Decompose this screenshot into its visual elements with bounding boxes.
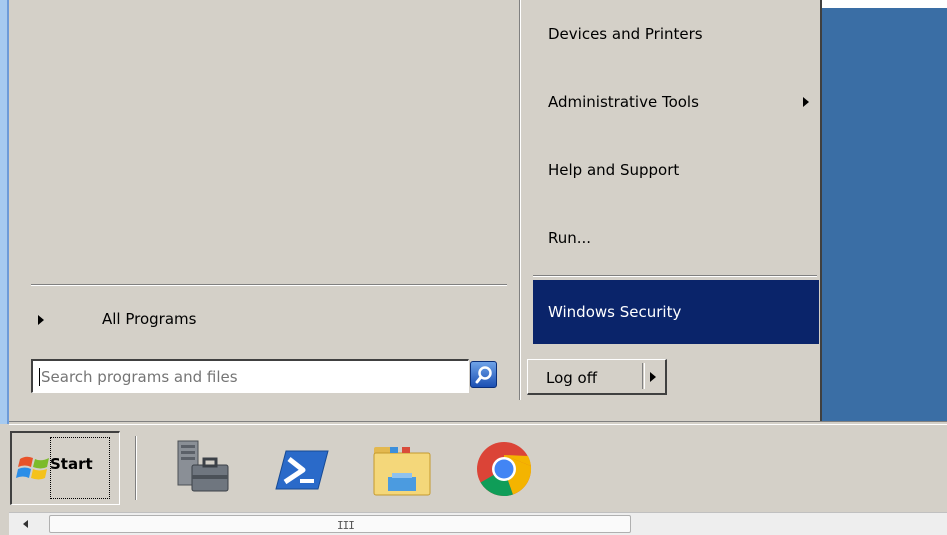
- system-divider: [533, 275, 817, 277]
- search-input[interactable]: [39, 367, 468, 386]
- log-off-button[interactable]: Log off: [527, 359, 667, 395]
- windows-security-label: Windows Security: [548, 303, 682, 321]
- all-programs-item[interactable]: All Programs: [27, 298, 507, 342]
- administrative-tools-item[interactable]: Administrative Tools: [533, 82, 819, 122]
- windows-security-item[interactable]: Windows Security: [533, 280, 819, 344]
- programs-pane: All Programs: [9, 0, 519, 400]
- pane-separator: [519, 0, 521, 400]
- windows-logo-icon: [16, 456, 49, 480]
- window-left-edge: [0, 0, 9, 424]
- run-item[interactable]: Run...: [533, 218, 819, 258]
- desktop-background: [822, 8, 947, 421]
- log-off-label: Log off: [546, 369, 598, 387]
- powershell-icon[interactable]: [270, 437, 334, 501]
- chevron-right-icon[interactable]: [650, 372, 656, 382]
- scroll-left-arrow-icon[interactable]: [23, 520, 28, 528]
- start-button[interactable]: Start: [10, 431, 120, 505]
- search-field[interactable]: [31, 359, 469, 393]
- system-pane: Devices and Printers Administrative Tool…: [523, 0, 819, 400]
- run-label: Run...: [548, 229, 592, 247]
- search-button[interactable]: [470, 361, 497, 388]
- start-menu: All Programs Devices and Printers Admini…: [9, 0, 822, 421]
- horizontal-scrollbar[interactable]: III: [9, 512, 947, 535]
- start-label: Start: [50, 455, 93, 473]
- chevron-right-icon: [803, 97, 809, 107]
- text-caret: [39, 368, 40, 386]
- server-manager-icon[interactable]: [172, 437, 236, 501]
- file-explorer-icon[interactable]: [370, 437, 434, 501]
- search-icon: [475, 365, 492, 383]
- all-programs-label: All Programs: [102, 310, 197, 328]
- programs-divider: [31, 284, 507, 286]
- taskbar-separator: [135, 436, 137, 500]
- chrome-icon[interactable]: [472, 437, 536, 501]
- help-and-support-item[interactable]: Help and Support: [533, 150, 819, 190]
- split-divider: [642, 363, 645, 389]
- chevron-right-icon: [38, 315, 44, 325]
- help-and-support-label: Help and Support: [548, 161, 680, 179]
- thumb-grip: III: [337, 519, 355, 532]
- administrative-tools-label: Administrative Tools: [548, 93, 699, 111]
- scrollbar-thumb[interactable]: III: [49, 515, 631, 533]
- devices-and-printers-label: Devices and Printers: [548, 25, 703, 43]
- devices-and-printers-item[interactable]: Devices and Printers: [533, 14, 819, 54]
